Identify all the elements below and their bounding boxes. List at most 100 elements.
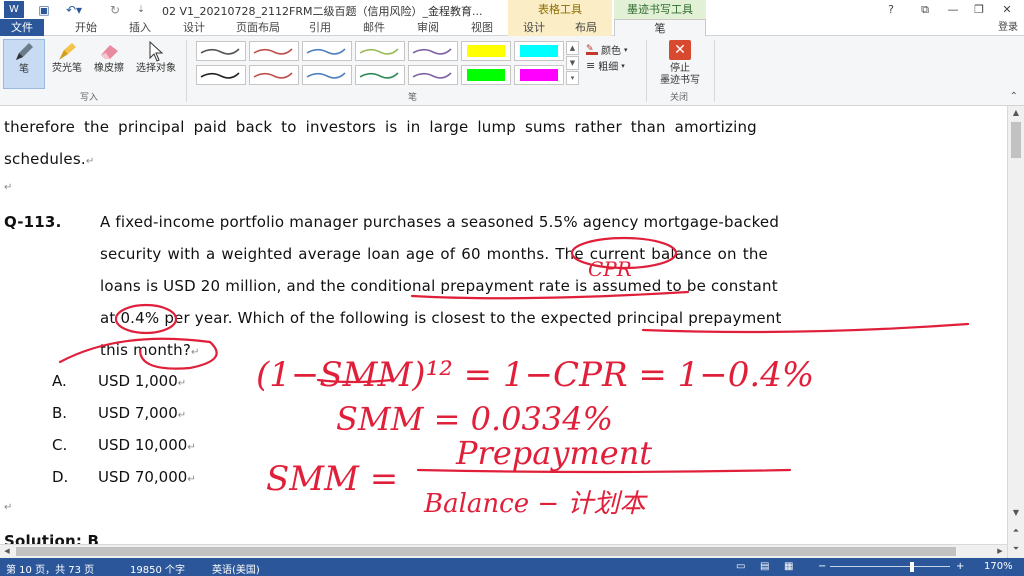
login-link[interactable]: 登录 (992, 19, 1024, 36)
pen-style-swatch[interactable] (249, 65, 299, 85)
pen-style-swatch[interactable] (302, 65, 352, 85)
tab-references[interactable]: 引用 (298, 19, 342, 36)
undo-icon[interactable]: ↶▾ (62, 1, 86, 18)
question-line: at 0.4% per year. Which of the following… (100, 309, 782, 327)
eraser-icon (88, 39, 130, 63)
tab-pen[interactable]: 笔 (614, 19, 706, 36)
tab-design[interactable]: 设计 (172, 19, 216, 36)
pen-style-swatch[interactable] (461, 65, 511, 85)
pen-style-swatch[interactable] (302, 41, 352, 61)
zoom-slider-thumb[interactable] (910, 562, 914, 572)
pen-style-swatch[interactable] (514, 41, 564, 61)
tab-view[interactable]: 视图 (460, 19, 504, 36)
zoom-level[interactable]: 170% (984, 561, 1013, 572)
pen-style-swatch[interactable] (408, 41, 458, 61)
ribbon-pen: 笔 荧光笔 橡皮擦 选择对象 写入 ▲ ▼ ▾ 笔 ✎ 颜色 ▾ ≡ 粗细 ▾ … (0, 36, 1024, 106)
pen-style-swatch[interactable] (196, 41, 246, 61)
scrollbar-thumb[interactable] (1011, 122, 1021, 158)
group-separator (186, 40, 187, 102)
previous-page-icon[interactable]: ⏶ (1008, 524, 1024, 538)
paragraph-mark: ↵ (4, 502, 13, 513)
pen-color-dropdown[interactable]: ✎ 颜色 ▾ (586, 42, 628, 57)
cursor-arrow-icon (132, 39, 180, 63)
pen-icon (4, 40, 44, 64)
horizontal-scrollbar[interactable]: ◀ ▶ (0, 544, 1007, 558)
save-icon[interactable]: ▣ (34, 1, 54, 18)
context-header-ink-tools: 墨迹书写工具 (614, 0, 706, 19)
group-label-close: 关闭 (670, 93, 689, 103)
pen-style-swatch[interactable] (355, 41, 405, 61)
ribbon-display-options-icon[interactable]: ⧉ (912, 0, 938, 19)
option-text: USD 1,000↵ (98, 372, 187, 390)
help-button[interactable]: ? (878, 0, 904, 19)
scroll-right-icon[interactable]: ▶ (993, 545, 1007, 558)
zoom-slider-track[interactable] (830, 566, 950, 567)
tab-mailings[interactable]: 邮件 (352, 19, 396, 36)
pen-style-swatch[interactable] (196, 65, 246, 85)
tab-home[interactable]: 开始 (64, 19, 108, 36)
next-page-icon[interactable]: ⏷ (1008, 542, 1024, 556)
document-page[interactable]: therefore the principal paid back to inv… (0, 106, 1007, 558)
document-title: 02 V1_20210728_2112FRM二级百题（信用风险）_金程教育... (162, 5, 483, 18)
tab-file[interactable]: 文件 (0, 19, 44, 36)
pen-style-swatch[interactable] (249, 41, 299, 61)
option-text: USD 70,000↵ (98, 468, 196, 486)
tab-review[interactable]: 审阅 (406, 19, 450, 36)
page-count[interactable]: 第 10 页，共 73 页 (6, 561, 94, 576)
pen-color-icon: ✎ (586, 44, 598, 55)
read-mode-icon[interactable]: ▭ (736, 561, 745, 572)
print-layout-icon[interactable]: ▤ (760, 561, 769, 572)
option-letter: D. (52, 468, 69, 486)
group-label-pens: 笔 (408, 93, 418, 103)
question-line: this month?↵ (100, 341, 200, 359)
chevron-down-icon: ▾ (621, 61, 625, 70)
pen-style-swatch[interactable] (355, 65, 405, 85)
scroll-up-icon[interactable]: ▲ (1008, 106, 1024, 120)
scroll-down-icon[interactable]: ▼ (1008, 506, 1024, 520)
horizontal-scrollbar-thumb[interactable] (16, 547, 956, 556)
option-letter: C. (52, 436, 68, 454)
quick-access-customize-icon[interactable]: ⇣ (134, 1, 148, 18)
vertical-scrollbar[interactable]: ▲ ▼ ⏶ ⏷ (1007, 106, 1024, 558)
tab-table-layout[interactable]: 布局 (560, 19, 612, 36)
gallery-scroll-down-icon[interactable]: ▼ (566, 56, 579, 70)
web-layout-icon[interactable]: ▦ (784, 561, 793, 572)
zoom-out-icon[interactable]: − (818, 561, 826, 572)
word-count[interactable]: 19850 个字 (130, 561, 185, 576)
select-objects-button[interactable]: 选择对象 (132, 39, 180, 89)
group-separator (714, 40, 715, 102)
restore-button[interactable]: ❐ (966, 0, 992, 19)
chevron-down-icon: ▾ (624, 45, 628, 54)
close-button[interactable]: ✕ (994, 0, 1020, 19)
title-bar: W ▣ ↶▾ ↻ ⇣ 02 V1_20210728_2112FRM二级百题（信用… (0, 0, 1024, 19)
tab-table-design[interactable]: 设计 (508, 19, 560, 36)
close-x-icon: ✕ (669, 40, 691, 60)
pen-tool-button[interactable]: 笔 (3, 39, 45, 89)
language-indicator[interactable]: 英语(美国) (212, 561, 260, 576)
collapse-ribbon-icon[interactable]: ⌃ (1010, 91, 1018, 102)
gallery-more-icon[interactable]: ▾ (566, 71, 579, 85)
pen-weight-dropdown[interactable]: ≡ 粗细 ▾ (586, 58, 625, 73)
paragraph-mark: ↵ (4, 182, 13, 193)
pen-style-swatch[interactable] (408, 65, 458, 85)
eraser-button[interactable]: 橡皮擦 (88, 39, 130, 89)
question-line: A fixed-income portfolio manager purchas… (100, 213, 780, 231)
pen-style-swatch[interactable] (461, 41, 511, 61)
minimize-button[interactable]: — (940, 0, 966, 19)
highlighter-icon (46, 39, 88, 63)
pen-style-swatch[interactable] (514, 65, 564, 85)
line-weight-icon: ≡ (586, 59, 596, 72)
tab-page-layout[interactable]: 页面布局 (226, 19, 290, 36)
scroll-left-icon[interactable]: ◀ (0, 545, 14, 558)
question-line: security with a weighted average loan ag… (100, 245, 768, 263)
zoom-in-icon[interactable]: + (956, 561, 964, 572)
gallery-scroll-up-icon[interactable]: ▲ (566, 41, 579, 55)
tab-insert[interactable]: 插入 (118, 19, 162, 36)
option-text: USD 10,000↵ (98, 436, 196, 454)
context-header-table-tools: 表格工具 (508, 0, 612, 19)
redo-icon[interactable]: ↻ (106, 1, 124, 18)
highlighter-button[interactable]: 荧光笔 (46, 39, 88, 89)
group-separator (646, 40, 647, 102)
paragraph-line: schedules.↵ (4, 150, 95, 168)
stop-inking-button[interactable]: ✕ 停止 墨迹书写 (650, 40, 710, 96)
